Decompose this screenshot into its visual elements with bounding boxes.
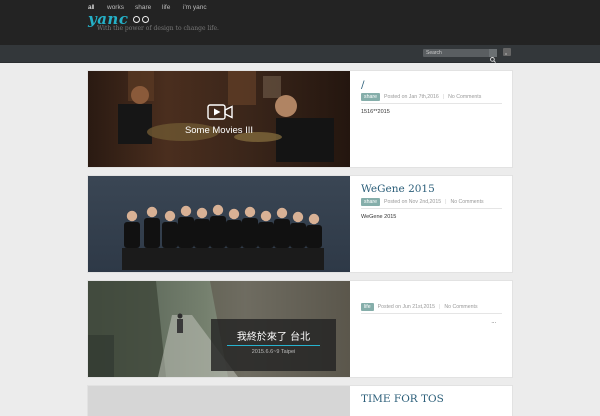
post-thumbnail[interactable]: Some Movies III [88,71,350,167]
nav-item-all[interactable]: all [88,4,95,11]
search-icon [490,57,496,63]
search-button[interactable] [489,49,497,63]
logo-dots-icon [133,15,150,23]
nav-item-im-yanc[interactable]: i'm yanc [183,4,207,11]
thumbnail-overlay-title: Some Movies III [184,125,254,136]
post-thumbnail[interactable] [88,176,350,272]
meta-separator: | [442,94,445,100]
post-divider [361,103,502,104]
post-card: 我終於來了 台北 2015.6.6~9 Taipei life Posted o… [88,281,512,377]
post-excerpt: ... [491,319,496,325]
post-card: WeGene 2015 share Posted on Nov 2nd,2015… [88,176,512,272]
post-date: Posted on Jun 21st,2015 [377,304,436,310]
post-thumbnail[interactable]: 我終於來了 台北 2015.6.6~9 Taipei [88,281,350,377]
post-card: Some Movies III / share Posted on Jan 7t… [88,71,512,167]
nav-item-life[interactable]: life [162,4,170,11]
post-date: Posted on Jan 7th,2016 [383,94,439,100]
post-excerpt: 1516**2015 [361,109,390,115]
post-category-tag[interactable]: life [361,303,374,311]
post-category-tag[interactable]: share [361,93,380,101]
play-icon [207,104,233,120]
nav-item-works[interactable]: works [107,4,124,11]
meta-separator: | [445,199,447,205]
thumbnail-overlay-subtitle: 2015.6.6~9 Taipei [251,349,296,355]
logo-dot [133,15,141,23]
post-comments-link[interactable]: No Comments [444,304,477,310]
post-comments-link[interactable]: No Comments [450,199,483,205]
nav-item-share[interactable]: share [135,4,151,11]
caption-rule [227,345,320,346]
post-divider [361,208,502,209]
post-meta: share Posted on Nov 2nd,2015 | No Commen… [361,198,484,206]
thumbnail-image [122,204,324,270]
meta-separator: | [439,304,441,310]
post-meta: share Posted on Jan 7th,2016 | No Commen… [361,93,481,101]
post-title[interactable]: TIME FOR TOS [361,393,444,405]
post-excerpt: WeGene 2015 [361,214,397,220]
post-date: Posted on Nov 2nd,2015 [383,199,442,205]
thumbnail-overlay-title: 我終於來了 台北 [236,332,311,343]
post-title[interactable]: / [361,79,365,91]
post-thumbnail[interactable] [88,386,350,416]
post-meta: life Posted on Jun 21st,2015 | No Commen… [361,303,478,311]
thumbnail-caption-box: 我終於來了 台北 2015.6.6~9 Taipei [211,319,336,371]
post-title[interactable]: WeGene 2015 [361,183,435,195]
post-comments-link[interactable]: No Comments [448,94,481,100]
logo-dot [142,15,150,23]
post-divider [361,313,502,314]
post-category-tag[interactable]: share [361,198,380,206]
site-tagline: With the power of design to change life. [97,25,219,32]
rss-icon[interactable] [503,48,511,56]
post-card: TIME FOR TOS [88,386,512,416]
search-input[interactable] [423,49,495,57]
